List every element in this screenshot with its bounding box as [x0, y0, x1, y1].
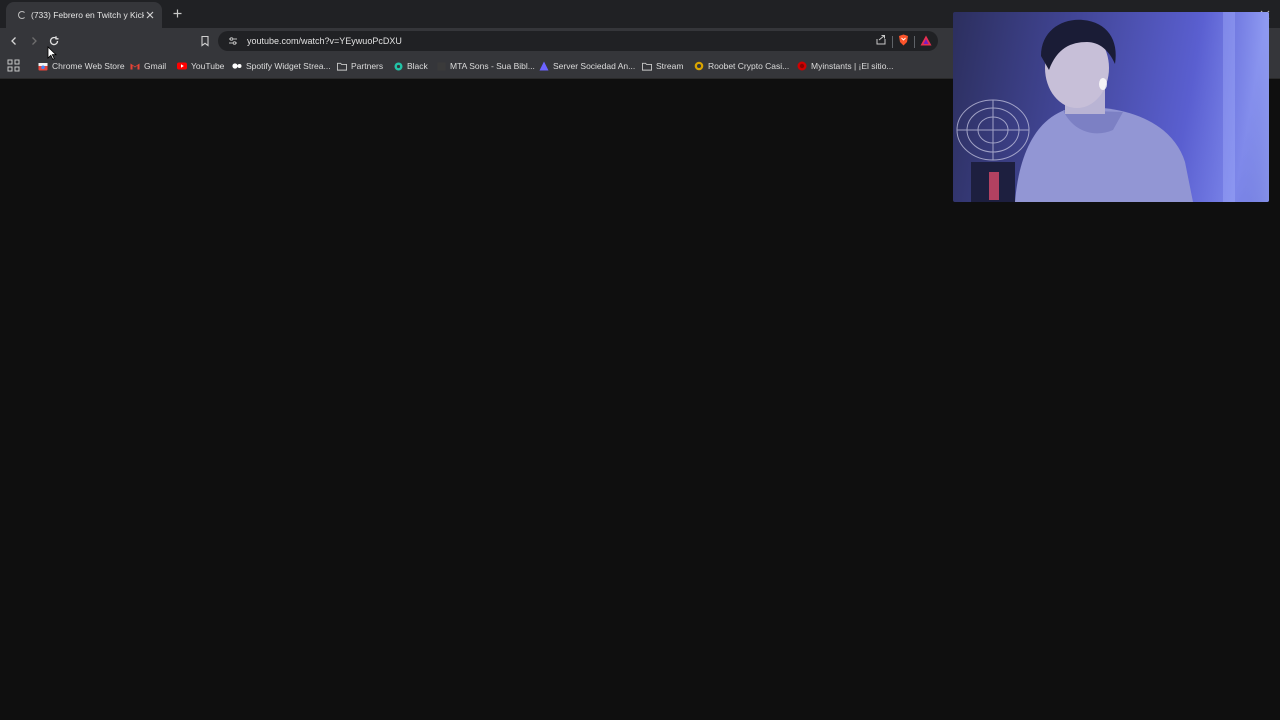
gmail-icon	[130, 61, 140, 71]
mouse-cursor-icon	[47, 46, 57, 60]
bookmark-server-sociedad[interactable]: Server Sociedad An...	[539, 58, 635, 74]
bookmark-label: Stream	[656, 61, 684, 71]
webcam-person-image	[956, 12, 1269, 202]
bookmark-label: YouTube	[191, 61, 225, 71]
address-bar[interactable]: youtube.com/watch?v=YEywuoPcDXU	[218, 31, 938, 51]
bookmark-label: Myinstants | ¡El sitio...	[811, 61, 894, 71]
divider	[914, 36, 915, 48]
back-icon[interactable]	[6, 33, 22, 49]
brave-shields-icon[interactable]	[898, 33, 909, 51]
bookmark-label: Gmail	[144, 61, 167, 71]
bookmark-spotify-widget[interactable]: Spotify Widget Strea...	[232, 58, 331, 74]
divider	[892, 36, 893, 48]
new-tab-icon[interactable]	[170, 6, 184, 20]
bookmark-myinstants[interactable]: Myinstants | ¡El sitio...	[797, 58, 894, 74]
bookmark-mta-sons[interactable]: MTA Sons - Sua Bibl...	[436, 58, 535, 74]
bookmark-label: Spotify Widget Strea...	[246, 61, 331, 71]
folder-icon	[337, 61, 347, 71]
tab-title: (733) Febrero en Twitch y Kick A	[31, 10, 144, 20]
spotify-widget-icon	[232, 61, 242, 71]
forward-icon[interactable]	[26, 33, 42, 49]
webcam-overlay	[953, 12, 1269, 202]
share-icon[interactable]	[875, 33, 887, 51]
roobet-icon	[694, 61, 704, 71]
chrome-web-store-icon	[38, 61, 48, 71]
bookmark-folder-partners[interactable]: Partners	[337, 58, 383, 74]
black-site-icon	[393, 61, 403, 71]
apps-grid-icon[interactable]	[7, 59, 20, 72]
bookmark-black[interactable]: Black	[393, 58, 428, 74]
bookmark-label: Chrome Web Store	[52, 61, 125, 71]
bookmark-roobet[interactable]: Roobet Crypto Casi...	[694, 58, 789, 74]
discord-server-icon	[539, 61, 549, 71]
bookmark-label: Partners	[351, 61, 384, 71]
bookmark-youtube[interactable]: YouTube	[177, 58, 224, 74]
brave-rewards-icon[interactable]	[920, 33, 932, 51]
bookmark-label: Roobet Crypto Casi...	[708, 61, 790, 71]
bookmark-gmail[interactable]: Gmail	[130, 58, 166, 74]
bookmark-label: Black	[407, 61, 428, 71]
site-info-icon[interactable]	[226, 34, 240, 48]
bookmark-label: MTA Sons - Sua Bibl...	[450, 61, 535, 71]
active-tab[interactable]: (733) Febrero en Twitch y Kick A	[6, 2, 162, 28]
address-bar-actions	[875, 33, 932, 51]
bookmark-folder-stream[interactable]: Stream	[642, 58, 683, 74]
youtube-icon	[177, 61, 187, 71]
myinstants-icon	[797, 61, 807, 71]
bookmark-chrome-web-store[interactable]: Chrome Web Store	[38, 58, 125, 74]
loading-spinner-icon	[18, 11, 26, 19]
folder-icon	[642, 61, 652, 71]
url-text: youtube.com/watch?v=YEywuoPcDXU	[247, 36, 402, 46]
mta-sons-icon	[436, 61, 446, 71]
bookmark-label: Server Sociedad An...	[553, 61, 636, 71]
tab-close-icon[interactable]	[144, 9, 156, 21]
bookmark-page-icon[interactable]	[197, 33, 213, 49]
